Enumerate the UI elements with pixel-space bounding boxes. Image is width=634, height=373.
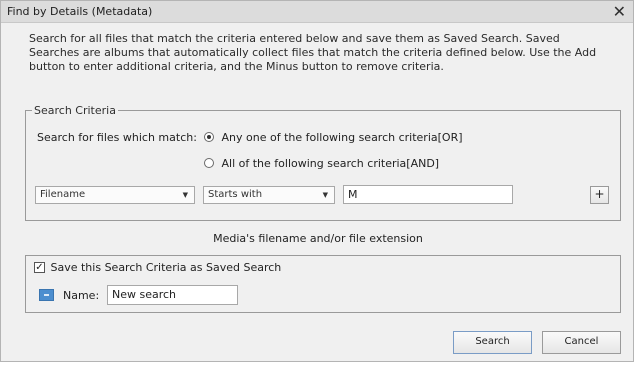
radio-or-label: Any one of the following search criteria… — [221, 130, 463, 144]
field-select-value: Filename — [40, 189, 86, 200]
field-select[interactable]: Filename ▼ — [35, 186, 195, 204]
chevron-down-icon: ▼ — [322, 191, 328, 199]
chevron-down-icon: ▼ — [182, 191, 188, 199]
save-search-checkbox[interactable]: ✓ — [34, 261, 45, 273]
radio-or-icon[interactable] — [204, 132, 214, 142]
title-bar[interactable]: Find by Details (Metadata) ✕ — [1, 1, 633, 23]
cancel-button[interactable]: Cancel — [542, 331, 621, 354]
close-icon[interactable]: ✕ — [613, 2, 626, 21]
search-criteria-legend: Search Criteria — [34, 104, 116, 117]
find-by-details-dialog: Find by Details (Metadata) ✕ Search for … — [0, 0, 634, 362]
radio-or-option[interactable]: Any one of the following search criteria… — [204, 130, 463, 144]
saved-search-legend[interactable]: ✓ Save this Search Criteria as Saved Sea… — [31, 260, 285, 274]
name-label: Name: — [63, 289, 100, 302]
add-criteria-button[interactable]: + — [590, 186, 609, 204]
criteria-hint: Media's filename and/or file extension — [213, 232, 423, 245]
match-label: Search for files which match: — [37, 131, 197, 144]
operator-select-value: Starts with — [208, 189, 263, 200]
dialog-title: Find by Details (Metadata) — [7, 5, 153, 18]
criteria-value-input[interactable]: M — [343, 185, 513, 204]
search-button[interactable]: Search — [453, 331, 532, 354]
radio-and-option[interactable]: All of the following search criteria[AND… — [204, 156, 439, 170]
saved-search-name-input[interactable]: New search — [107, 285, 238, 305]
radio-and-label: All of the following search criteria[AND… — [221, 156, 440, 170]
radio-and-icon[interactable] — [204, 158, 214, 168]
operator-select[interactable]: Starts with ▼ — [203, 186, 335, 204]
dialog-description: Search for all files that match the crit… — [29, 32, 597, 73]
saved-search-icon — [39, 289, 54, 301]
save-search-label: Save this Search Criteria as Saved Searc… — [50, 260, 282, 274]
